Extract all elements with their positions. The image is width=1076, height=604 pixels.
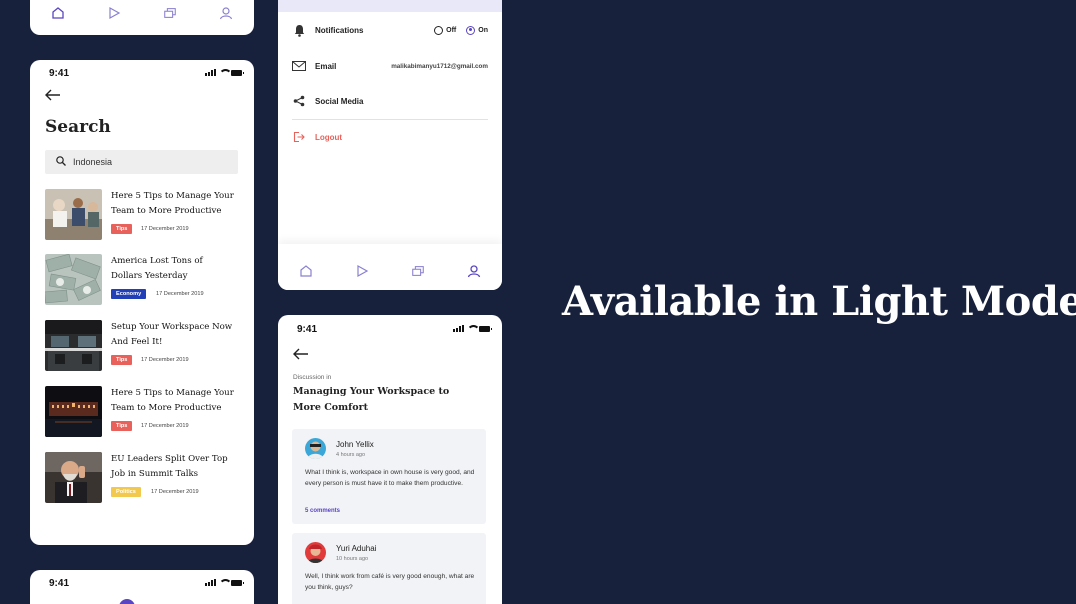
- email-label: Email: [315, 61, 337, 71]
- article-title: EU Leaders Split Over Top Job in Summit …: [111, 454, 228, 479]
- play-icon[interactable]: [107, 6, 121, 20]
- status-icons: [453, 325, 492, 332]
- status-time: 9:41: [49, 578, 70, 589]
- share-icon: [292, 94, 306, 108]
- status-bar: 9:41: [30, 570, 254, 598]
- partial-screen-bottom: 9:41: [30, 570, 254, 604]
- search-icon: [56, 153, 66, 171]
- article-date: 17 December 2019: [141, 357, 189, 363]
- comment-card: Yuri Aduhai 10 hours ago Well, I think w…: [292, 533, 486, 604]
- status-icons: [205, 579, 244, 586]
- search-input[interactable]: [73, 157, 213, 167]
- avatar: [305, 438, 326, 459]
- search-bar[interactable]: [45, 150, 238, 174]
- article-tag: Politics: [111, 487, 141, 497]
- comment-text: What I think is, workspace in own house …: [305, 469, 475, 487]
- on-label: On: [478, 26, 488, 34]
- comment-author: Yuri Aduhai: [336, 544, 377, 553]
- back-arrow-icon[interactable]: [293, 347, 309, 365]
- status-time: 9:41: [297, 324, 318, 335]
- email-row[interactable]: Email malikabimanyu1712@gmail.com: [292, 56, 488, 76]
- article-thumbnail: [45, 189, 102, 240]
- bottom-nav: [30, 6, 254, 20]
- divider: [292, 119, 488, 120]
- headline: Available in Light Mode: [562, 278, 1076, 325]
- battery-icon: [231, 579, 244, 586]
- battery-icon: [479, 325, 492, 332]
- signal-icon: [453, 325, 464, 332]
- article-title: Here 5 Tips to Manage Your Team to More …: [111, 191, 234, 216]
- notifications-toggle: Off On: [434, 25, 488, 35]
- article-tag: Economy: [111, 289, 147, 299]
- article-tag: Tips: [111, 355, 133, 365]
- play-icon[interactable]: [355, 264, 369, 278]
- article-thumbnail: [45, 386, 102, 437]
- status-bar: 9:41: [30, 60, 254, 88]
- home-icon[interactable]: [299, 264, 313, 278]
- article-date: 17 December 2019: [151, 489, 199, 495]
- nav-strip-card-top: [30, 0, 254, 35]
- discussion-title: Managing Your Workspace to More Comfort: [293, 386, 450, 413]
- bottom-nav: [278, 264, 502, 278]
- article-tag: Tips: [111, 421, 133, 431]
- article-item-1[interactable]: Here 5 Tips to Manage Your Team to More …: [45, 189, 240, 241]
- discussion-screen: 9:41 Discussion in Managing Your Workspa…: [278, 315, 502, 604]
- article-date: 17 December 2019: [141, 423, 189, 429]
- article-item-4[interactable]: Here 5 Tips to Manage Your Team to More …: [45, 386, 240, 438]
- profile-icon[interactable]: [467, 264, 481, 278]
- collections-icon[interactable]: [411, 264, 425, 278]
- comment-author: John Yellix: [336, 440, 374, 449]
- status-bar: 9:41: [278, 315, 502, 343]
- email-value: malikabimanyu1712@gmail.com: [391, 62, 488, 70]
- comment-text: Well, I think work from café is very goo…: [305, 573, 475, 591]
- comment-time: 4 hours ago: [336, 452, 366, 458]
- home-icon[interactable]: [51, 6, 65, 20]
- notifications-row[interactable]: Notifications Off On: [292, 20, 488, 40]
- article-title: Here 5 Tips to Manage Your Team to More …: [111, 388, 234, 413]
- comment-card: John Yellix 4 hours ago What I think is,…: [292, 429, 486, 524]
- article-tag: Tips: [111, 224, 133, 234]
- status-time: 9:41: [49, 68, 70, 79]
- bell-icon: [292, 23, 306, 37]
- article-thumbnail: [45, 320, 102, 371]
- article-item-2[interactable]: America Lost Tons of Dollars Yesterday E…: [45, 254, 240, 306]
- page-title: Search: [45, 117, 111, 137]
- radio-on[interactable]: [466, 25, 476, 35]
- radio-off[interactable]: [434, 25, 444, 35]
- off-label: Off: [446, 26, 457, 34]
- signal-icon: [205, 69, 216, 76]
- article-date: 17 December 2019: [141, 226, 189, 232]
- social-media-row[interactable]: Social Media: [292, 91, 488, 111]
- logout-row[interactable]: Logout: [292, 127, 488, 147]
- comments-link[interactable]: 5 comments: [305, 508, 340, 514]
- article-thumbnail: [45, 254, 102, 305]
- logout-icon: [292, 130, 306, 144]
- collections-icon[interactable]: [163, 6, 177, 20]
- article-date: 17 December 2019: [156, 291, 204, 297]
- signal-icon: [205, 579, 216, 586]
- settings-screen: Notifications Off On Email malikabimanyu…: [278, 0, 502, 290]
- notifications-label: Notifications: [315, 25, 364, 35]
- comment-time: 10 hours ago: [336, 556, 369, 562]
- avatar: [119, 599, 135, 604]
- article-thumbnail: [45, 452, 102, 503]
- logout-label: Logout: [315, 132, 343, 142]
- article-item-3[interactable]: Setup Your Workspace Now And Feel It! Ti…: [45, 320, 240, 372]
- battery-icon: [231, 69, 244, 76]
- avatar: [305, 542, 326, 563]
- discussion-kicker: Discussion in: [293, 374, 332, 381]
- settings-header: [278, 0, 502, 12]
- mail-icon: [292, 59, 306, 73]
- profile-icon[interactable]: [219, 6, 233, 20]
- article-item-5[interactable]: EU Leaders Split Over Top Job in Summit …: [45, 452, 240, 504]
- search-screen: 9:41 Search Here 5 Tips to Manage Your T…: [30, 60, 254, 545]
- wifi-icon: [219, 579, 232, 586]
- article-title: Setup Your Workspace Now And Feel It!: [111, 322, 233, 347]
- wifi-icon: [467, 325, 480, 332]
- wifi-icon: [219, 69, 232, 76]
- social-media-label: Social Media: [315, 96, 364, 106]
- back-arrow-icon[interactable]: [45, 88, 61, 106]
- status-icons: [205, 69, 244, 76]
- article-title: America Lost Tons of Dollars Yesterday: [111, 256, 203, 281]
